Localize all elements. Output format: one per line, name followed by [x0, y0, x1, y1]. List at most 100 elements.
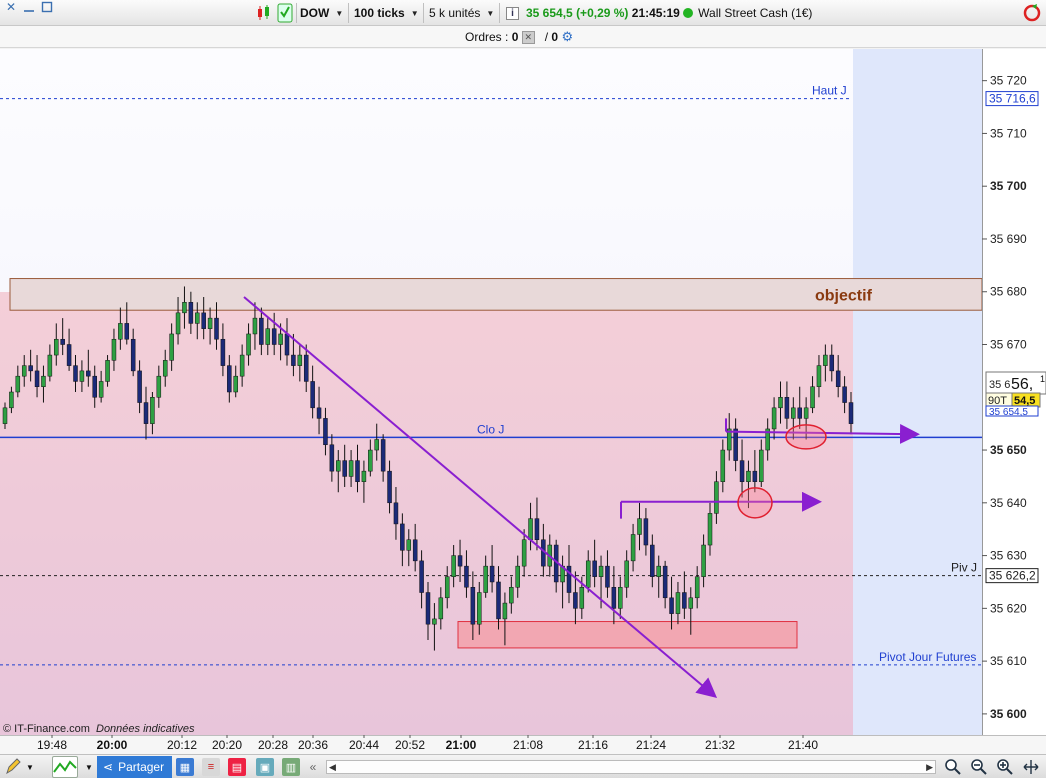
candle-body-down	[86, 370, 91, 377]
candle-body-up	[707, 513, 713, 546]
info-icon[interactable]: i	[506, 0, 519, 26]
candle-body-up	[41, 375, 46, 387]
price-tick-label: 35 690	[990, 232, 1027, 246]
refresh-icon[interactable]	[1022, 0, 1042, 26]
candle-body-up	[515, 565, 520, 588]
candle-body-down	[464, 565, 469, 588]
chevron-down-icon: ▼	[410, 8, 419, 18]
candle-body-up	[246, 333, 251, 356]
price-change: (+0,29 %)	[576, 6, 629, 20]
candle-body-down	[303, 354, 309, 382]
zoom-fit-icon[interactable]	[942, 755, 964, 778]
price-time: 21:45:19	[631, 6, 680, 20]
candle-body-down	[643, 518, 649, 546]
candle-body-up	[528, 518, 533, 541]
price-tick-label: 35 710	[990, 126, 1027, 140]
zoom-out-icon[interactable]	[968, 755, 990, 778]
calendar-icon[interactable]: ▦	[176, 758, 194, 776]
instrument-select[interactable]: DOW ▼	[300, 0, 343, 26]
candle-body-down	[592, 560, 597, 577]
price-tick-label: 35 640	[990, 496, 1027, 510]
price-tick-label: 35 700	[990, 179, 1027, 193]
candle-body-up	[2, 407, 8, 424]
zoom-in-icon[interactable]	[994, 755, 1016, 778]
candle-body-down	[316, 407, 322, 419]
pencil-icon[interactable]	[4, 758, 22, 776]
share-button[interactable]: ⋖ Partager	[97, 756, 173, 778]
scroll-right-icon[interactable]: ▶	[926, 762, 933, 773]
candle-body-up	[368, 449, 373, 472]
indicator-chart-icon[interactable]	[52, 756, 78, 778]
price-tick-label: 35 680	[990, 285, 1027, 299]
candle-body-up	[803, 407, 809, 419]
price-tick-label: 35 650	[990, 443, 1027, 457]
candle-body-up	[444, 576, 450, 599]
candle-body-up	[432, 618, 437, 625]
candle-body-up	[150, 397, 155, 424]
scroll-left-fast-icon[interactable]: «	[306, 755, 320, 778]
candle-body-up	[336, 460, 341, 472]
candle-body-down	[829, 354, 835, 372]
candle-body-up	[9, 391, 14, 409]
candle-body-down	[752, 470, 758, 482]
candle-body-down	[739, 460, 745, 482]
candle-body-up	[509, 586, 514, 604]
candle-body-up	[451, 555, 456, 577]
trading-app: ✕ DOW ▼ 100 ticks ▼ 5 k unités ▼ i 35 65…	[0, 0, 1046, 778]
objectif-label: objectif	[815, 287, 873, 304]
units-select[interactable]: 5 k unités ▼	[429, 0, 494, 26]
candle-body-up	[118, 323, 123, 340]
maximize-icon[interactable]	[40, 0, 54, 14]
close-icon[interactable]: ✕	[4, 0, 18, 14]
orders-cancel-icon[interactable]: ✕	[521, 30, 535, 44]
bottom-toolbar: ▼ ▼ ⋖ Partager ▦ ≡ ▤ ▣ ▥ « ◀ ▶	[0, 754, 1046, 778]
candle-body-up	[252, 317, 258, 335]
candle-body-up	[630, 534, 636, 562]
candle-body-up	[297, 354, 303, 366]
time-tick-label: 21:08	[513, 738, 543, 752]
chevron-down-icon[interactable]: ▼	[24, 755, 36, 778]
candle-body-up	[759, 449, 764, 482]
ticks-select[interactable]: 100 ticks ▼	[354, 0, 419, 26]
grid-icon[interactable]: ▤	[228, 758, 246, 776]
candle-body-up	[175, 312, 181, 335]
candle-body-down	[310, 381, 315, 409]
candle-body-down	[92, 375, 97, 398]
time-tick-label: 21:16	[578, 738, 608, 752]
scroll-left-icon[interactable]: ◀	[329, 762, 336, 773]
candle-body-up	[675, 592, 681, 614]
candle-body-up	[637, 518, 642, 535]
candle-body-down	[28, 365, 33, 372]
candlestick-icon[interactable]	[256, 0, 272, 26]
candle-body-up	[823, 354, 828, 366]
chevron-down-icon[interactable]: ▼	[84, 755, 94, 778]
shaded-area	[0, 292, 853, 735]
fit-screen-icon[interactable]	[1020, 755, 1042, 778]
orders-summary: Ordres : 0 ✕ / 0 ⚙	[465, 26, 573, 48]
top-toolbar: ✕ DOW ▼ 100 ticks ▼ 5 k unités ▼ i 35 65…	[0, 0, 1046, 26]
candle-body-up	[207, 317, 213, 329]
candle-body-down	[425, 592, 431, 625]
candle-body-down	[605, 565, 610, 588]
market-name: Wall Street Cash (1€)	[698, 6, 813, 20]
layout-icon[interactable]: ▥	[282, 758, 300, 776]
price-chart[interactable]: 35 720 35 710 35 700 35 690 35 680 35 670 35 6…	[0, 49, 1046, 735]
minimize-icon[interactable]	[22, 0, 36, 14]
screen-icon[interactable]: ▣	[256, 758, 274, 776]
candle-body-up	[105, 360, 110, 382]
candle-body-down	[733, 428, 738, 461]
signal-icon[interactable]	[277, 0, 293, 26]
gear-icon[interactable]: ⚙	[561, 29, 573, 45]
horizontal-scrollbar[interactable]: ◀ ▶	[326, 760, 936, 774]
clo-j-label: Clo J	[477, 422, 504, 436]
candle-body-up	[374, 439, 379, 451]
candle-body-up	[15, 375, 21, 393]
candle-body-down	[291, 354, 296, 366]
time-tick-label: 21:24	[636, 738, 666, 752]
candle-body-up	[98, 381, 104, 398]
last-price-prefix: 35 6	[989, 379, 1010, 391]
share-icon: ⋖	[103, 760, 114, 774]
price-tick-label: 35 610	[990, 654, 1027, 668]
list-icon[interactable]: ≡	[202, 758, 220, 776]
candle-body-up	[694, 576, 700, 599]
